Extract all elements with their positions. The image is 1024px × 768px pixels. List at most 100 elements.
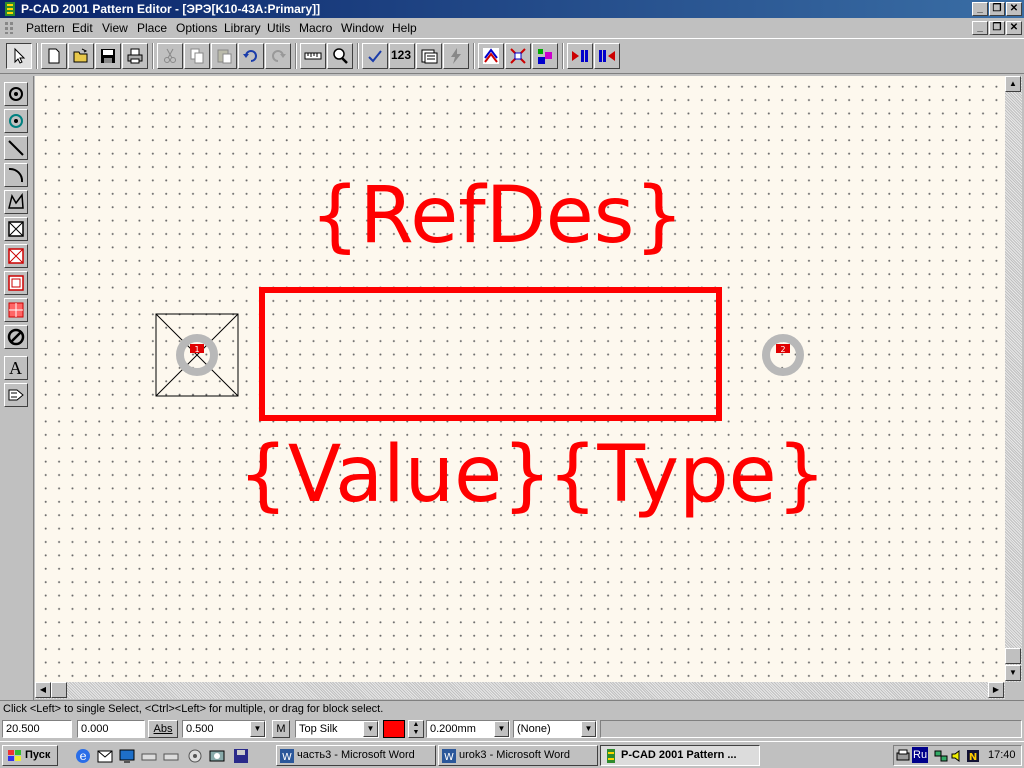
pad-tool-1-button[interactable] xyxy=(478,43,504,69)
place-attribute-button[interactable] xyxy=(4,383,28,407)
open-button[interactable] xyxy=(68,43,94,69)
pad-2[interactable] xyxy=(762,334,804,376)
title-bar[interactable]: P-CAD 2001 Pattern Editor - [ЭРЭ[K10-43A… xyxy=(0,0,1024,18)
menu-options[interactable]: Options xyxy=(176,21,217,35)
network-drive-icon[interactable] xyxy=(186,747,204,765)
select-button[interactable] xyxy=(6,43,32,69)
start-button[interactable]: Пуск xyxy=(2,745,58,766)
antivirus-icon[interactable]: N xyxy=(966,749,980,763)
pattern-wizard-button[interactable] xyxy=(416,43,442,69)
layer-select[interactable]: Top Silk ▼ xyxy=(295,720,379,738)
floppy-icon[interactable] xyxy=(232,747,250,765)
menu-window[interactable]: Window xyxy=(341,21,384,35)
net-select[interactable]: (None) ▼ xyxy=(513,720,597,738)
undo-button[interactable] xyxy=(238,43,264,69)
task-word-urok3[interactable]: W urok3 - Microsoft Word xyxy=(438,745,598,766)
close-button[interactable]: ✕ xyxy=(1006,2,1022,16)
place-copper-pour-button[interactable] xyxy=(4,217,28,241)
menu-pattern[interactable]: Pattern xyxy=(26,21,65,35)
copy-button[interactable] xyxy=(184,43,210,69)
outlook-icon[interactable] xyxy=(96,747,114,765)
scroll-thumb-horizontal[interactable] xyxy=(51,682,67,698)
chevron-down-icon: ▼ xyxy=(250,721,265,737)
menu-place[interactable]: Place xyxy=(137,21,167,35)
layer-spinner[interactable]: ▲ ▼ xyxy=(408,720,424,738)
scroll-left-button[interactable]: ◀ xyxy=(35,682,51,698)
place-prohibit-button[interactable] xyxy=(4,325,28,349)
grid-mode-button[interactable]: M xyxy=(272,720,290,738)
drive-icon-2[interactable] xyxy=(162,747,180,765)
cut-button[interactable] xyxy=(157,43,183,69)
place-via-button[interactable] xyxy=(4,109,28,133)
volume-icon[interactable] xyxy=(950,749,964,763)
scroll-up-button[interactable]: ▲ xyxy=(1005,76,1021,92)
component-body-outline[interactable] xyxy=(259,287,722,421)
y-coordinate-field[interactable]: 0.000 xyxy=(77,720,145,738)
menu-help[interactable]: Help xyxy=(392,21,417,35)
ie-icon[interactable]: e xyxy=(74,747,92,765)
document-icon[interactable] xyxy=(4,21,14,35)
place-plane-button[interactable] xyxy=(4,298,28,322)
pad-tool-5-button[interactable] xyxy=(594,43,620,69)
svg-text:W: W xyxy=(444,752,454,763)
paste-button[interactable] xyxy=(211,43,237,69)
pad-1[interactable] xyxy=(155,313,239,397)
chevron-down-icon: ▼ xyxy=(581,721,596,737)
pad-tool-3-button[interactable] xyxy=(532,43,558,69)
network-tray-icon[interactable] xyxy=(934,749,948,763)
menu-utils[interactable]: Utils xyxy=(267,21,290,35)
drc-button[interactable] xyxy=(362,43,388,69)
place-line-button[interactable] xyxy=(4,136,28,160)
type-attribute[interactable]: {Type} xyxy=(548,430,826,520)
redo-button[interactable] xyxy=(265,43,291,69)
pad-tool-4-button[interactable] xyxy=(567,43,593,69)
menu-library[interactable]: Library xyxy=(224,21,261,35)
refdes-attribute[interactable]: {RefDes} xyxy=(310,171,684,261)
restore-button[interactable]: ❐ xyxy=(989,2,1005,16)
language-indicator[interactable]: Ru xyxy=(912,747,929,763)
desktop-icon[interactable] xyxy=(118,747,136,765)
media-icon[interactable] xyxy=(208,747,226,765)
layer-color-swatch[interactable] xyxy=(383,720,405,738)
vertical-scrollbar[interactable]: ▲ ▼ xyxy=(1005,76,1022,682)
pad-tool-2-button[interactable] xyxy=(505,43,531,69)
task-word-chast3[interactable]: W часть3 - Microsoft Word xyxy=(276,745,436,766)
scroll-thumb-vertical[interactable] xyxy=(1005,648,1021,664)
place-cutout-button[interactable] xyxy=(4,244,28,268)
zoom-button[interactable] xyxy=(327,43,353,69)
x-coordinate-field[interactable]: 20.500 xyxy=(2,720,72,738)
drive-icon-1[interactable] xyxy=(140,747,158,765)
doc-minimize-button[interactable]: _ xyxy=(972,21,988,35)
menu-macro[interactable]: Macro xyxy=(299,21,332,35)
main-toolbar: 123 xyxy=(0,38,1024,74)
horizontal-scrollbar[interactable]: ◀ ▶ xyxy=(35,682,1005,699)
save-button[interactable] xyxy=(95,43,121,69)
lightning-button[interactable] xyxy=(443,43,469,69)
place-text-button[interactable]: A xyxy=(4,356,28,380)
minimize-button[interactable]: _ xyxy=(972,2,988,16)
pad-icon-2 xyxy=(510,48,526,64)
place-keepout-button[interactable] xyxy=(4,271,28,295)
place-pad-button[interactable] xyxy=(4,82,28,106)
design-canvas[interactable]: 1 2 {RefDes} {Value} {Type} xyxy=(35,76,1005,682)
task-pcad[interactable]: P-CAD 2001 Pattern ... xyxy=(600,745,760,766)
line-width-select[interactable]: 0.200mm ▼ xyxy=(426,720,510,738)
place-polygon-button[interactable] xyxy=(4,190,28,214)
place-arc-button[interactable] xyxy=(4,163,28,187)
doc-restore-button[interactable]: ❐ xyxy=(989,21,1005,35)
doc-close-button[interactable]: ✕ xyxy=(1006,21,1022,35)
system-tray: Ru N 17:40 xyxy=(893,745,1022,766)
printer-tray-icon[interactable] xyxy=(896,749,910,763)
scroll-down-button[interactable]: ▼ xyxy=(1005,665,1021,681)
measure-button[interactable] xyxy=(300,43,326,69)
menu-edit[interactable]: Edit xyxy=(72,21,93,35)
scroll-right-button[interactable]: ▶ xyxy=(988,682,1004,698)
grid-select[interactable]: 0.500 ▼ xyxy=(182,720,266,738)
new-button[interactable] xyxy=(41,43,67,69)
renumber-button[interactable]: 123 xyxy=(389,43,415,69)
abs-toggle-button[interactable]: Abs xyxy=(148,720,178,738)
windows-logo-icon xyxy=(8,750,21,761)
menu-view[interactable]: View xyxy=(102,21,128,35)
print-button[interactable] xyxy=(122,43,148,69)
value-attribute[interactable]: {Value} xyxy=(238,430,551,520)
